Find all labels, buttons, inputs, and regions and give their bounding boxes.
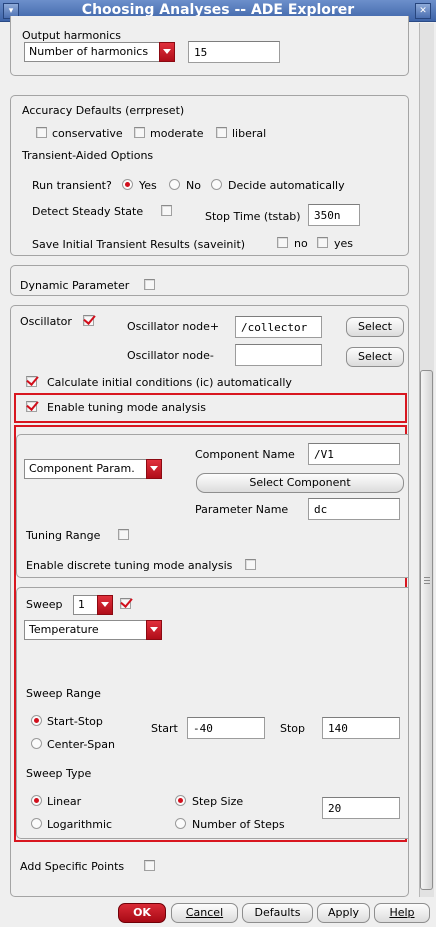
close-icon[interactable]: ✕ (415, 3, 431, 19)
specific-points-checkbox[interactable] (144, 860, 155, 871)
start-stop-radio[interactable] (31, 715, 42, 726)
stop-field[interactable]: 140 (322, 717, 400, 739)
logarithmic-radio[interactable] (31, 818, 42, 829)
node-minus-select-button[interactable]: Select (346, 347, 404, 367)
center-span-label: Center-Span (47, 738, 115, 751)
logarithmic-label: Logarithmic (47, 818, 113, 831)
linear-radio[interactable] (31, 795, 42, 806)
chevron-down-icon (146, 459, 162, 479)
sweep-checkbox[interactable] (120, 598, 131, 609)
tuning-kind-select[interactable]: Component Param. (24, 459, 162, 479)
oscillator-label: Oscillator (20, 315, 72, 328)
sweep-variable-value: Temperature (29, 623, 99, 636)
discrete-tuning-label: Enable discrete tuning mode analysis (26, 559, 233, 572)
run-yes-radio[interactable] (122, 179, 133, 190)
parameter-name-field[interactable]: dc (308, 498, 400, 520)
save-yes-checkbox[interactable] (317, 237, 328, 248)
save-yes-label: yes (334, 237, 354, 250)
moderate-label: moderate (150, 127, 204, 140)
tuning-enable-label: Enable tuning mode analysis (47, 401, 206, 414)
dynamic-checkbox[interactable] (144, 279, 155, 290)
sweep-type-label: Sweep Type (26, 767, 92, 780)
sweep-index-select[interactable]: 1 (73, 595, 113, 615)
ic-checkbox[interactable] (26, 376, 37, 387)
conservative-checkbox[interactable] (36, 127, 47, 138)
harmonics-mode-value: Number of harmonics (29, 45, 149, 58)
stop-label: Stop (280, 722, 306, 735)
help-button[interactable]: Help (374, 903, 430, 923)
start-stop-label: Start-Stop (47, 715, 103, 728)
number-of-steps-label: Number of Steps (192, 818, 285, 831)
stop-time-label: Stop Time (tstab) (205, 210, 301, 223)
save-init-label: Save Initial Transient Results (saveinit… (32, 238, 246, 251)
tuning-enable-checkbox[interactable] (26, 401, 37, 412)
run-no-label: No (186, 179, 201, 192)
start-field[interactable]: -40 (187, 717, 265, 739)
run-transient-label: Run transient? (32, 179, 112, 192)
step-value-field[interactable]: 20 (322, 797, 400, 819)
node-plus-label: Oscillator node+ (127, 320, 220, 333)
node-plus-select-button[interactable]: Select (346, 317, 404, 337)
node-minus-label: Oscillator node- (127, 349, 214, 362)
discrete-tuning-checkbox[interactable] (245, 559, 256, 570)
help-label: Help (389, 906, 415, 919)
sweep-variable-select[interactable]: Temperature (24, 620, 162, 640)
transient-aided-label: Transient-Aided Options (22, 149, 154, 162)
parameter-name-label: Parameter Name (195, 503, 289, 516)
run-auto-radio[interactable] (211, 179, 222, 190)
step-size-label: Step Size (192, 795, 244, 808)
node-minus-field[interactable] (235, 344, 322, 366)
save-no-checkbox[interactable] (277, 237, 288, 248)
component-name-label: Component Name (195, 448, 295, 461)
tuning-range-label: Tuning Range (26, 529, 101, 542)
steady-state-checkbox[interactable] (161, 205, 172, 216)
run-auto-label: Decide automatically (228, 179, 345, 192)
specific-points-label: Add Specific Points (20, 860, 125, 873)
liberal-checkbox[interactable] (216, 127, 227, 138)
moderate-checkbox[interactable] (134, 127, 145, 138)
cancel-button[interactable]: Cancel (171, 903, 238, 923)
cancel-label: Cancel (185, 906, 224, 919)
ic-label: Calculate initial conditions (ic) automa… (47, 376, 292, 389)
linear-label: Linear (47, 795, 82, 808)
center-span-radio[interactable] (31, 738, 42, 749)
chevron-down-icon (146, 620, 162, 640)
run-yes-label: Yes (139, 179, 157, 192)
defaults-button[interactable]: Defaults (242, 903, 313, 923)
chevron-down-icon (159, 42, 175, 62)
select-component-button[interactable]: Select Component (196, 473, 404, 493)
tuning-kind-value: Component Param. (29, 462, 135, 475)
number-of-steps-radio[interactable] (175, 818, 186, 829)
harmonics-mode-select[interactable]: Number of harmonics (24, 42, 175, 62)
liberal-label: liberal (232, 127, 267, 140)
accuracy-frame (10, 95, 409, 256)
apply-button[interactable]: Apply (317, 903, 370, 923)
oscillator-checkbox[interactable] (83, 315, 94, 326)
sweep-range-label: Sweep Range (26, 687, 101, 700)
accuracy-label: Accuracy Defaults (errpreset) (22, 104, 185, 117)
steady-state-label: Detect Steady State (32, 205, 144, 218)
harmonics-label: Output harmonics (22, 29, 121, 42)
ok-button[interactable]: OK (118, 903, 166, 923)
tuning-range-checkbox[interactable] (118, 529, 129, 540)
step-size-radio[interactable] (175, 795, 186, 806)
chevron-down-icon (97, 595, 113, 615)
sweep-label: Sweep (26, 598, 63, 611)
dynamic-label: Dynamic Parameter (20, 279, 130, 292)
run-no-radio[interactable] (169, 179, 180, 190)
conservative-label: conservative (52, 127, 123, 140)
harmonics-value-field[interactable]: 15 (188, 41, 280, 63)
stop-time-field[interactable]: 350n (308, 204, 360, 226)
save-no-label: no (294, 237, 308, 250)
component-name-field[interactable]: /V1 (308, 443, 400, 465)
sweep-index-value: 1 (78, 598, 85, 611)
node-plus-field[interactable]: /collector (235, 316, 322, 338)
scrollbar-thumb[interactable] (420, 370, 433, 890)
start-label: Start (151, 722, 178, 735)
